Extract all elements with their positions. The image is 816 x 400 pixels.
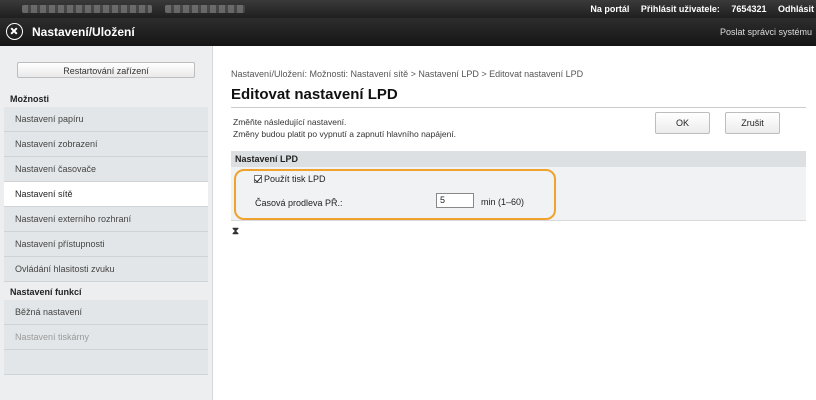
app-title: Nastavení/Uložení bbox=[32, 25, 135, 39]
highlight-callout bbox=[234, 169, 556, 220]
breadcrumb: Nastavení/Uložení: Možnosti: Nastavení s… bbox=[231, 69, 584, 79]
sidebar-heading-functions: Nastavení funkcí bbox=[10, 287, 82, 297]
user-id: 7654321 bbox=[731, 4, 767, 14]
top-right-links: Na portál Přihlásit uživatele: 7654321 O… bbox=[581, 4, 814, 14]
sidebar-item-printer[interactable]: Nastavení tiskárny bbox=[4, 325, 208, 350]
logout-link[interactable]: Odhlásit bbox=[778, 4, 814, 14]
cancel-button[interactable]: Zrušit bbox=[725, 112, 780, 134]
sidebar-item-common[interactable]: Běžná nastavení bbox=[4, 300, 208, 325]
sidebar-item-timer[interactable]: Nastavení časovače bbox=[4, 157, 208, 182]
sidebar: Restartování zařízení Možnosti Nastavení… bbox=[0, 46, 213, 400]
sidebar-item-display[interactable]: Nastavení zobrazení bbox=[4, 132, 208, 157]
instruction-note: Změny budou platit po vypnutí a zapnutí … bbox=[233, 129, 457, 139]
restart-device-button[interactable]: Restartování zařízení bbox=[17, 62, 195, 78]
login-label: Přihlásit uživatele: bbox=[640, 4, 720, 14]
mail-to-admin-link[interactable]: Poslat správci systému bbox=[720, 27, 812, 37]
sidebar-item-paper[interactable]: Nastavení papíru bbox=[4, 107, 208, 132]
page-top-icon[interactable]: ⧗ bbox=[232, 226, 239, 237]
product-logo bbox=[165, 5, 245, 13]
brand-logo bbox=[22, 5, 152, 13]
portal-link[interactable]: Na portál bbox=[590, 4, 629, 14]
title-bar: Nastavení/Uložení Poslat správci systému bbox=[0, 18, 816, 46]
title-divider bbox=[231, 107, 806, 108]
page-title: Editovat nastavení LPD bbox=[231, 86, 398, 103]
top-bar: Na portál Přihlásit uživatele: 7654321 O… bbox=[0, 0, 816, 18]
sidebar-item-volume[interactable]: Ovládání hlasitosti zvuku bbox=[4, 257, 208, 282]
sidebar-item-accessibility[interactable]: Nastavení přístupnosti bbox=[4, 232, 208, 257]
sidebar-heading-options: Možnosti bbox=[10, 94, 49, 104]
sidebar-item-more[interactable] bbox=[4, 350, 208, 375]
instruction-text: Změňte následující nastavení. bbox=[233, 117, 347, 127]
section-header-lpd: Nastavení LPD bbox=[231, 151, 806, 167]
settings-register-icon bbox=[6, 23, 23, 40]
sidebar-item-network[interactable]: Nastavení sítě bbox=[4, 182, 208, 207]
sidebar-item-external-interface[interactable]: Nastavení externího rozhraní bbox=[4, 207, 208, 232]
ok-button[interactable]: OK bbox=[655, 112, 710, 134]
